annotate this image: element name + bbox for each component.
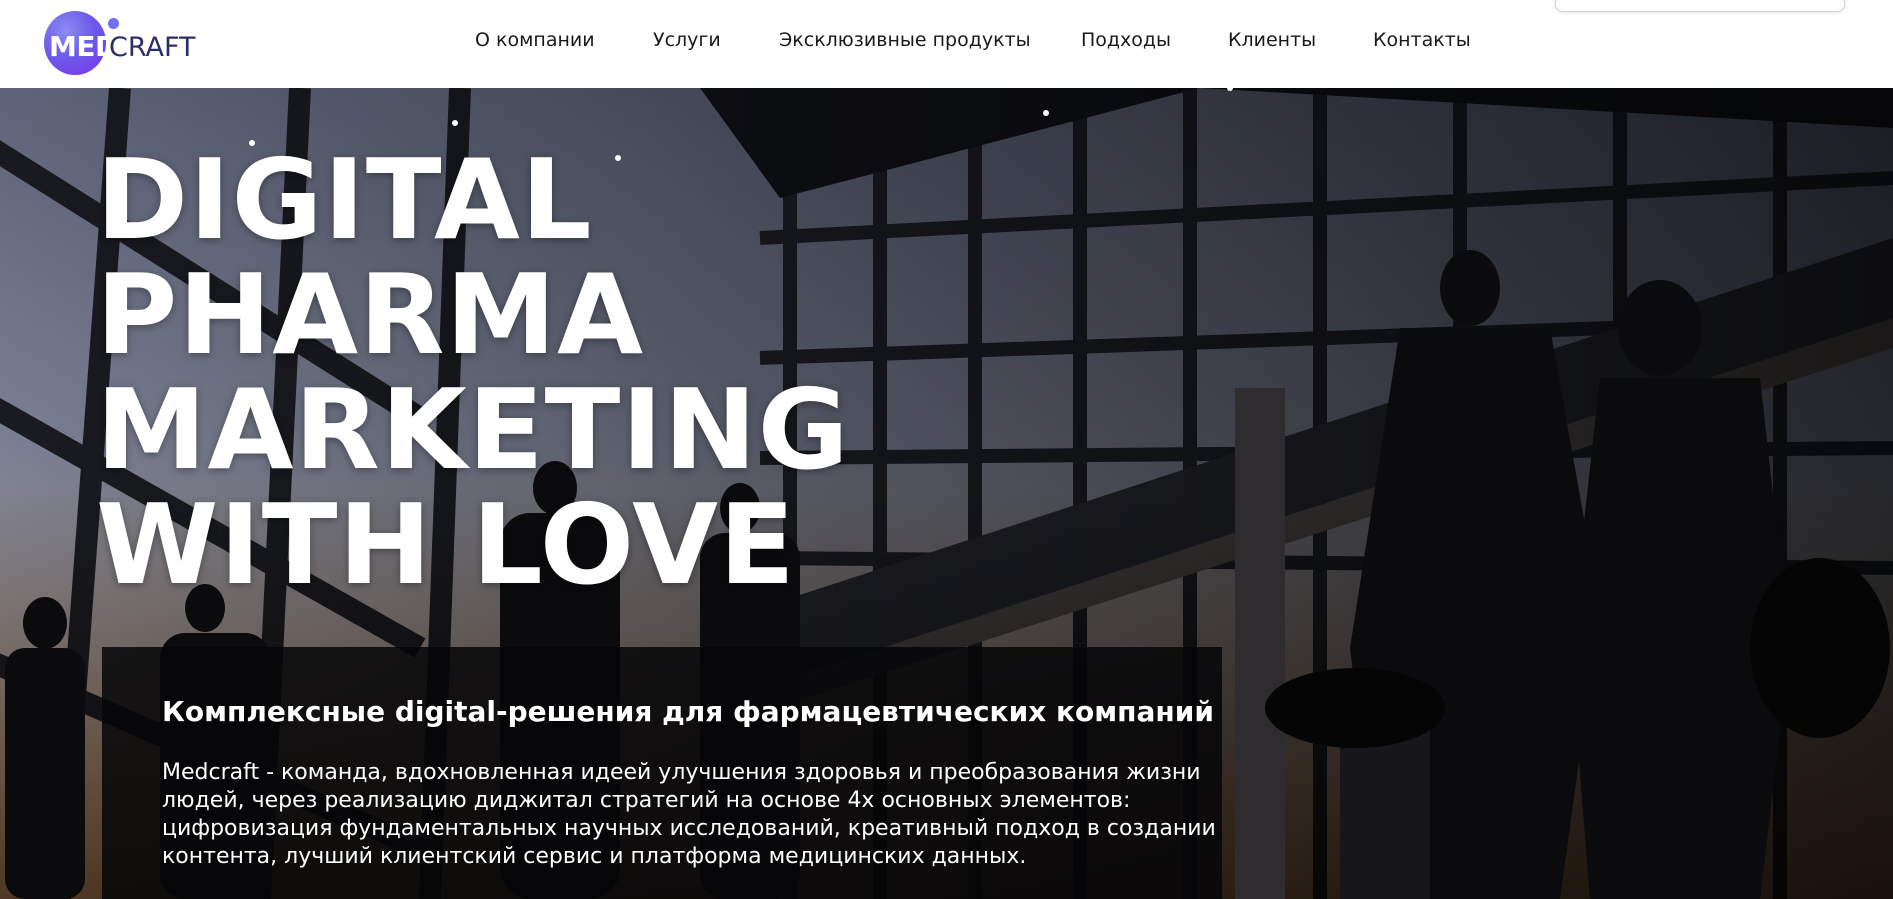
hero-info-box: Комплексные digital-решения для фармацев…	[102, 647, 1222, 899]
logo-text-med: MED	[49, 30, 118, 63]
hero-section: DIGITAL PHARMA MARKETING WITH LOVE Компл…	[0, 88, 1893, 899]
info-text: Medcraft - команда, вдохновленная идеей …	[162, 760, 1216, 869]
logo-dot-icon	[108, 18, 119, 29]
headline-line-2: PHARMA	[96, 251, 644, 380]
nav-link-about[interactable]: О компании	[475, 29, 595, 51]
headline-line-3: MARKETING	[96, 366, 850, 495]
nav-link-services[interactable]: Услуги	[653, 29, 721, 51]
logo-text-craft: CRAFT	[109, 32, 196, 63]
nav-link-approaches[interactable]: Подходы	[1081, 29, 1171, 51]
header-dropdown-panel	[1555, 0, 1845, 12]
info-title: Комплексные digital-решения для фармацев…	[162, 695, 1214, 728]
nav-link-clients[interactable]: Клиенты	[1228, 29, 1316, 51]
nav-link-contacts[interactable]: Контакты	[1373, 29, 1471, 51]
nav-link-exclusive-products[interactable]: Эксклюзивные продукты	[779, 29, 1031, 51]
site-header: MED CRAFT О компании Услуги Эксклюзивные…	[0, 0, 1893, 88]
headline-line-1: DIGITAL	[96, 136, 593, 265]
headline-line-4: WITH LOVE	[96, 481, 796, 610]
hero-headline: DIGITAL PHARMA MARKETING WITH LOVE	[96, 143, 850, 603]
medcraft-logo[interactable]: MED CRAFT	[44, 9, 196, 77]
